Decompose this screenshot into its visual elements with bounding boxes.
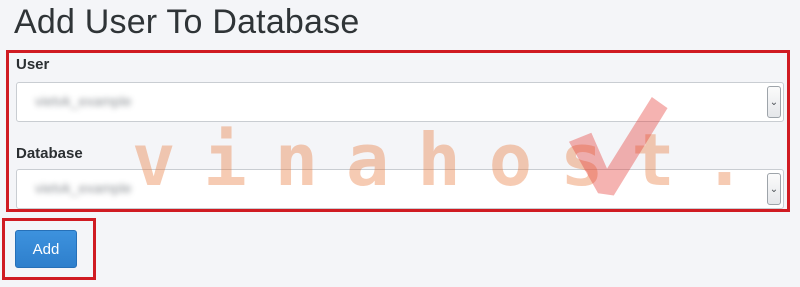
- user-select-value: vietvk_example: [35, 93, 132, 109]
- user-select[interactable]: vietvk_example ⌄: [16, 82, 784, 122]
- database-select-value: vietvk_example: [35, 180, 132, 196]
- chevron-down-icon[interactable]: ⌄: [767, 86, 781, 118]
- database-select[interactable]: vietvk_example ⌄: [16, 169, 784, 209]
- chevron-down-icon[interactable]: ⌄: [767, 173, 781, 205]
- page-title: Add User To Database: [14, 3, 360, 41]
- database-label: Database: [16, 145, 83, 162]
- add-button[interactable]: Add: [15, 230, 77, 268]
- user-label: User: [16, 56, 50, 73]
